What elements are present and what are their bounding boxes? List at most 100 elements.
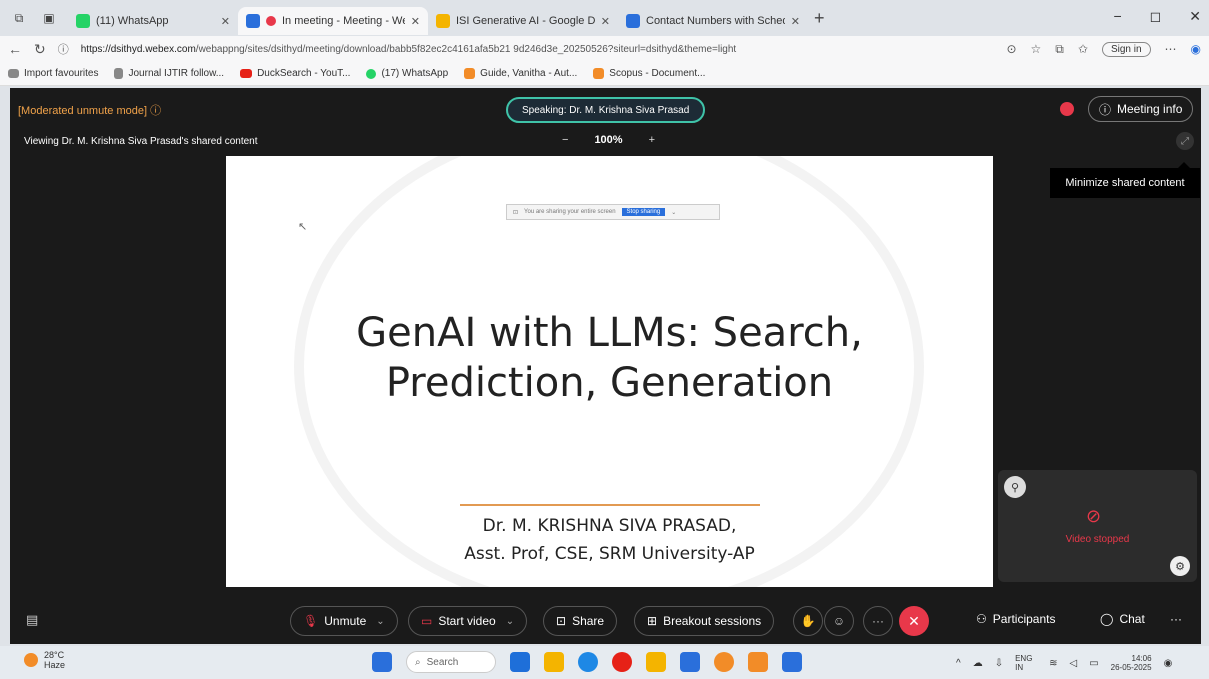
share-button[interactable]: ⊡ Share [543, 606, 618, 636]
unmute-button[interactable]: 🎙︎ Unmute ⌄ [290, 606, 398, 636]
url-path: /webappng/sites/dsithyd/meeting/download… [195, 43, 737, 55]
close-tab-icon[interactable]: ✕ [791, 15, 800, 28]
chat-button[interactable]: ◯ Chat [1100, 612, 1145, 626]
scopus-icon [593, 68, 605, 79]
language-indicator[interactable]: ENG IN [1015, 654, 1037, 672]
share-screen-icon: ⊡ [513, 209, 519, 216]
zoom-out-button[interactable]: − [562, 134, 568, 146]
taskbar-search[interactable]: ⌕ Search [406, 651, 496, 673]
favorite-star-icon[interactable]: ☆ [1031, 42, 1042, 56]
weather-widget[interactable]: 28°C Haze [24, 650, 65, 670]
favorite-import[interactable]: Import favourites [8, 68, 98, 79]
start-menu-icon[interactable] [372, 652, 392, 672]
minimize-shared-content-button[interactable]: ⤢ [1176, 132, 1194, 150]
refresh-icon[interactable]: ↻ [34, 41, 46, 58]
tab-google-drive[interactable]: ISI Generative AI - Google Drive ✕ [428, 7, 618, 35]
taskbar-apps: ⌕ Search [372, 651, 802, 673]
store-icon[interactable] [680, 652, 700, 672]
self-view-tile[interactable]: ⚲ ⊘ Video stopped ⚙ [998, 470, 1197, 582]
folder-app-icon[interactable] [646, 652, 666, 672]
extensions-icon[interactable]: ⧉ [1055, 42, 1064, 57]
wifi-icon[interactable]: ≋ [1049, 658, 1057, 669]
favorite-whatsapp[interactable]: (17) WhatsApp [366, 68, 448, 79]
youtube-icon [240, 69, 253, 78]
favorite-journal[interactable]: Journal IJTIR follow... [114, 68, 224, 79]
file-explorer-icon[interactable] [544, 652, 564, 672]
chrome-icon[interactable] [612, 652, 632, 672]
close-tab-icon[interactable]: ✕ [411, 15, 420, 28]
edge-browser-icon[interactable] [578, 652, 598, 672]
chevron-down-icon[interactable]: ⌄ [376, 616, 384, 627]
webex-app-icon[interactable] [782, 652, 802, 672]
drive-favicon-icon [436, 14, 450, 28]
close-tab-icon[interactable]: ✕ [601, 15, 610, 28]
tab-webex-meeting[interactable]: In meeting - Meeting - Web... ✕ [238, 7, 428, 35]
office-icon[interactable] [748, 652, 768, 672]
pin-icon[interactable]: ⚲ [1004, 476, 1026, 498]
zoom-in-button[interactable]: + [649, 134, 655, 146]
clock[interactable]: 14:06 26-05-2025 [1111, 654, 1152, 672]
reactions-icon[interactable]: ☺ [824, 606, 854, 636]
tab-contact-numbers[interactable]: Contact Numbers with Schedule... ✕ [618, 7, 808, 35]
favorite-youtube[interactable]: DuckSearch - YouT... [240, 68, 350, 79]
copilot-icon[interactable]: ◉ [1191, 42, 1201, 56]
search-icon: ⌕ [415, 656, 421, 668]
onedrive-icon[interactable]: ☁ [973, 658, 983, 669]
tab-whatsapp[interactable]: (11) WhatsApp ✕ [68, 7, 238, 35]
close-tab-icon[interactable]: ✕ [221, 15, 230, 28]
recording-indicator-icon [266, 16, 276, 26]
copilot-app-icon[interactable] [510, 652, 530, 672]
url-field[interactable]: https://dsithyd.webex.com /webappng/site… [81, 38, 995, 60]
folder-icon [8, 69, 19, 78]
favorite-scopus[interactable]: Scopus - Document... [593, 68, 705, 79]
settings-gear-icon[interactable]: ⚙ [1170, 556, 1190, 576]
tab-actions-icon[interactable]: ▣ [38, 7, 60, 29]
more-icon[interactable]: ⋯ [1165, 42, 1177, 56]
start-video-button[interactable]: ▭ Start video ⌄ [408, 606, 528, 636]
volume-icon[interactable]: ◁ [1069, 658, 1077, 669]
raise-hand-icon[interactable]: ✋ [793, 606, 823, 636]
share-icon: ⊡ [556, 614, 567, 628]
app-icon[interactable] [714, 652, 734, 672]
participants-button[interactable]: ⚇ Participants [976, 612, 1055, 626]
favorites-bar: Import favourites Journal IJTIR follow..… [0, 62, 1209, 86]
meeting-header: [Moderated unmute mode] ⓘ Speaking: Dr. … [10, 88, 1201, 130]
moderated-unmute-label[interactable]: [Moderated unmute mode] ⓘ [18, 102, 161, 118]
favorite-guide[interactable]: Guide, Vanitha - Aut... [464, 68, 577, 79]
captions-icon[interactable]: ▤ [26, 612, 38, 628]
window-controls: − ◻ ✕ [1113, 8, 1201, 25]
search-placeholder: Search [426, 656, 459, 668]
chevron-down-icon[interactable]: ⌄ [506, 616, 514, 627]
recording-icon[interactable] [1060, 102, 1074, 116]
favorite-label: Scopus - Document... [609, 68, 706, 79]
zoom-level[interactable]: 100% [594, 134, 622, 146]
close-window-icon[interactable]: ✕ [1189, 8, 1201, 25]
usb-icon[interactable]: ⇩ [995, 658, 1003, 669]
battery-icon[interactable]: ▭ [1089, 658, 1098, 669]
share-notice-text: You are sharing your entire screen [524, 209, 616, 215]
slide-title-line: GenAI with LLMs: Search, [356, 310, 863, 356]
minimize-window-icon[interactable]: − [1113, 8, 1121, 25]
favorites-icon[interactable]: ✩ [1078, 42, 1088, 56]
workspaces-icon[interactable]: ⧉ [8, 7, 30, 29]
tab-title: Contact Numbers with Schedule... [646, 15, 785, 27]
meeting-info-button[interactable]: ⓘ Meeting info [1088, 96, 1194, 122]
start-video-label: Start video [438, 614, 496, 628]
read-aloud-icon[interactable]: ⊙ [1006, 42, 1016, 56]
chat-icon: ◯ [1100, 612, 1114, 626]
notifications-icon[interactable]: ◉ [1164, 658, 1173, 669]
info-icon[interactable]: ⓘ [150, 105, 161, 117]
new-tab-button[interactable]: + [814, 8, 825, 29]
leave-meeting-button[interactable]: ✕ [899, 606, 929, 636]
show-hidden-icons-icon[interactable]: ^ [956, 658, 961, 669]
tab-title: ISI Generative AI - Google Drive [456, 15, 595, 27]
maximize-window-icon[interactable]: ◻ [1150, 8, 1162, 25]
lock-icon[interactable]: ⓘ [58, 41, 69, 57]
weather-icon [24, 653, 38, 667]
more-panels-button[interactable]: ··· [1170, 612, 1182, 626]
sign-in-button[interactable]: Sign in [1101, 41, 1151, 57]
breakout-sessions-button[interactable]: ⊞ Breakout sessions [634, 606, 775, 636]
participants-icon: ⚇ [976, 612, 987, 626]
more-options-button[interactable]: ··· [863, 606, 893, 636]
back-icon[interactable]: ← [8, 41, 22, 57]
